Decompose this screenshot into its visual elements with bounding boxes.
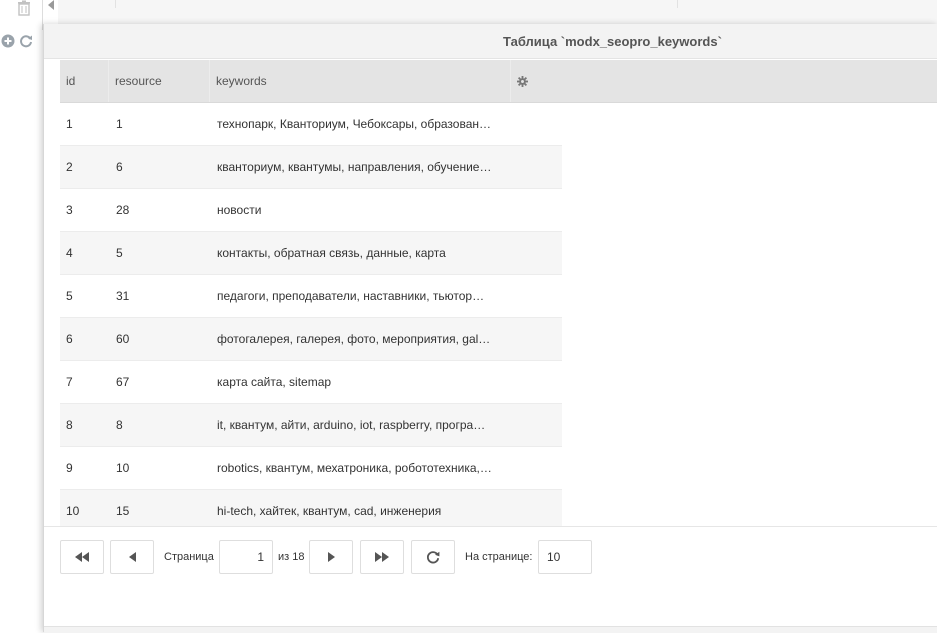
sync-icon[interactable]	[18, 34, 34, 58]
cell-resource: 8	[116, 418, 123, 432]
refresh-icon	[412, 541, 454, 573]
table-row[interactable]: 1 1 технопарк, Кванториум, Чебоксары, об…	[60, 103, 562, 146]
cell-id: 3	[66, 203, 73, 217]
grid-header: id resource keywords	[60, 60, 937, 103]
collapse-arrow-icon[interactable]	[44, 0, 58, 18]
cell-resource: 28	[116, 203, 130, 217]
double-chevron-right-icon	[361, 541, 403, 573]
background-sidebar	[0, 0, 44, 632]
per-page-label: На странице:	[465, 551, 533, 563]
table-row[interactable]: 4 5 контакты, обратная связь, данные, ка…	[60, 232, 562, 275]
cell-resource: 5	[116, 246, 123, 260]
gear-icon[interactable]	[517, 76, 528, 88]
table-row[interactable]: 8 8 it, квантум, айти, arduino, iot, ras…	[60, 404, 562, 447]
background-grid-header	[58, 0, 937, 25]
window-header[interactable]: Таблица `modx_seopro_keywords`	[44, 24, 937, 59]
first-page-button[interactable]	[60, 540, 104, 574]
page-number-input[interactable]	[219, 540, 273, 574]
cell-keywords: контакты, обратная связь, данные, карта	[217, 246, 446, 260]
trash-icon[interactable]	[14, 0, 34, 18]
table-row[interactable]: 3 28 новости	[60, 189, 562, 232]
cell-resource: 10	[116, 461, 130, 475]
cell-id: 7	[66, 375, 73, 389]
cell-keywords: технопарк, Кванториум, Чебоксары, образо…	[217, 117, 492, 131]
column-header-keywords[interactable]: keywords	[210, 60, 511, 102]
cell-keywords: педагоги, преподаватели, наставники, тью…	[217, 289, 485, 303]
double-chevron-left-icon	[61, 541, 103, 573]
refresh-button[interactable]	[411, 540, 455, 574]
table-row[interactable]: 5 31 педагоги, преподаватели, наставники…	[60, 275, 562, 318]
cell-keywords: новости	[217, 203, 262, 217]
cell-keywords: кванториум, квантумы, направления, обуче…	[217, 160, 492, 174]
page-count-label: из 18	[278, 551, 305, 563]
last-page-button[interactable]	[360, 540, 404, 574]
column-header-id[interactable]: id	[60, 60, 109, 102]
cell-resource: 60	[116, 332, 130, 346]
cell-id: 6	[66, 332, 73, 346]
cell-id: 8	[66, 418, 73, 432]
cell-keywords: карта сайта, sitemap	[217, 375, 332, 389]
background-toolbar	[0, 34, 44, 58]
table-row[interactable]: 7 67 карта сайта, sitemap	[60, 361, 562, 404]
next-page-button[interactable]	[309, 540, 353, 574]
paging-toolbar: Страница из 18 На странице:	[44, 526, 937, 587]
column-header-resource[interactable]: resource	[109, 60, 210, 102]
prev-page-button[interactable]	[110, 540, 154, 574]
page-label: Страница	[164, 551, 214, 563]
cell-id: 5	[66, 289, 73, 303]
cell-resource: 6	[116, 160, 123, 174]
cell-id: 9	[66, 461, 73, 475]
table-row[interactable]: 9 10 robotics, квантум, мехатроника, роб…	[60, 447, 562, 490]
data-grid: id resource keywords 1 1 технопарк, Кван…	[60, 60, 937, 533]
cell-keywords: robotics, квантум, мехатроника, робототе…	[217, 461, 492, 475]
per-page-input[interactable]	[538, 540, 592, 574]
add-circle-icon[interactable]	[0, 34, 16, 58]
cell-id: 1	[66, 117, 73, 131]
cell-keywords: фотогалерея, галерея, фото, мероприятия,…	[217, 332, 491, 346]
window-title: Таблица `modx_seopro_keywords`	[503, 34, 722, 49]
cell-resource: 1	[116, 117, 123, 131]
cell-resource: 67	[116, 375, 130, 389]
table-window: Таблица `modx_seopro_keywords` id resour…	[43, 24, 937, 633]
cell-id: 4	[66, 246, 73, 260]
grid-body: 1 1 технопарк, Кванториум, Чебоксары, об…	[60, 103, 562, 533]
table-row[interactable]: 6 60 фотогалерея, галерея, фото, меропри…	[60, 318, 562, 361]
cell-id: 2	[66, 160, 73, 174]
triangle-left-icon	[111, 541, 153, 573]
triangle-right-icon	[310, 541, 352, 573]
table-row[interactable]: 2 6 кванториум, квантумы, направления, о…	[60, 146, 562, 189]
cell-resource: 31	[116, 289, 130, 303]
cell-keywords: it, квантум, айти, arduino, iot, raspber…	[217, 418, 486, 432]
column-settings[interactable]	[511, 60, 937, 102]
